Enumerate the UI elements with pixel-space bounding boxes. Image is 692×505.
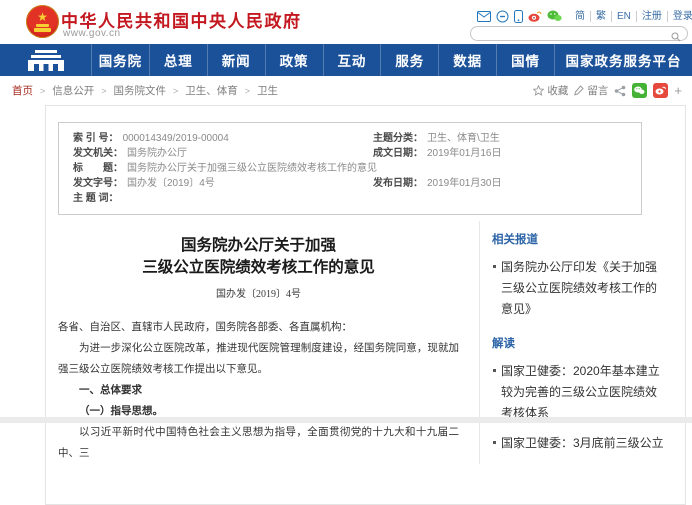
breadcrumb-row: 首页 > 信息公开 > 国务院文件 > 卫生、体育 > 卫生 收藏 留言 +	[0, 76, 692, 105]
page-tools: 收藏 留言 +	[533, 83, 682, 98]
nav-item-interaction[interactable]: 互动	[324, 44, 382, 76]
weibo-share-button[interactable]	[653, 83, 668, 98]
message-button[interactable]: 留言	[574, 83, 608, 98]
message-label: 留言	[587, 83, 608, 98]
search-box	[470, 26, 688, 41]
meta-written-date: 成文日期： 2019年01月16日	[373, 146, 635, 161]
register-link[interactable]: 注册	[637, 11, 668, 22]
meta-issuing-agency: 发文机关： 国务院办公厅	[73, 146, 373, 161]
national-emblem-icon: ★	[26, 5, 59, 38]
share-icon	[614, 85, 626, 97]
lang-english[interactable]: EN	[612, 11, 637, 22]
search-input[interactable]	[480, 28, 665, 39]
paragraph-salutation: 各省、自治区、直辖市人民政府，国务院各部委、各直属机构：	[58, 317, 459, 338]
weibo-badge-icon	[655, 86, 666, 95]
nav-item-state-council[interactable]: 国务院	[92, 44, 150, 76]
breadcrumb-home[interactable]: 首页	[12, 83, 33, 98]
main-nav: 国务院 总理 新闻 政策 互动 服务 数据 国情 国家政务服务平台	[0, 44, 692, 76]
nav-item-national-conditions[interactable]: 国情	[497, 44, 555, 76]
interpretation-link[interactable]: 国家卫健委：3月底前三级公立	[492, 433, 667, 454]
nav-item-policy[interactable]: 政策	[266, 44, 324, 76]
related-reports-heading: 相关报道	[492, 231, 667, 247]
document-title: 国务院办公厅关于加强 三级公立医院绩效考核工作的意见	[58, 235, 459, 279]
breadcrumb-separator: >	[40, 86, 45, 96]
lang-traditional[interactable]: 繁	[591, 11, 612, 22]
breadcrumb-info-disclosure[interactable]: 信息公开	[52, 83, 94, 98]
nav-home-gate-icon[interactable]	[0, 44, 92, 76]
weibo-icon[interactable]	[528, 10, 542, 22]
emblem-base-icon	[34, 28, 51, 32]
meta-category: 主题分类： 卫生、体育\卫生	[373, 131, 635, 146]
star-icon	[533, 85, 544, 96]
document-body: 国务院办公厅关于加强 三级公立医院绩效考核工作的意见 国办发〔2019〕4号 各…	[46, 221, 479, 464]
wechat-badge-icon	[634, 86, 645, 95]
document-title-line1: 国务院办公厅关于加强	[58, 235, 459, 257]
interpretation-heading: 解读	[492, 335, 667, 351]
collect-button[interactable]: 收藏	[533, 83, 568, 98]
nav-item-premier[interactable]: 总理	[150, 44, 208, 76]
emblem-star-icon: ★	[37, 11, 48, 23]
meta-index-no: 索 引 号： 000014349/2019-00004	[73, 131, 373, 146]
meta-keywords: 主 题 词：	[73, 191, 635, 206]
meta-title: 标 题： 国务院办公厅关于加强三级公立医院绩效考核工作的意见	[73, 161, 635, 176]
wechat-share-button[interactable]	[632, 83, 647, 98]
breadcrumb-separator: >	[101, 86, 106, 96]
paragraph-intro: 为进一步深化公立医院改革，推进现代医院管理制度建设，经国务院同意，现就加强三级公…	[58, 338, 459, 380]
pencil-icon	[574, 85, 584, 96]
mobile-icon[interactable]	[514, 10, 523, 23]
header-icon-row: 简 繁 EN 注册 登录	[477, 9, 692, 23]
paragraph-section-1: 一、总体要求	[58, 380, 459, 401]
emblem-gate-icon	[36, 24, 49, 27]
share-button[interactable]	[614, 85, 626, 97]
document-paragraphs: 各省、自治区、直辖市人民政府，国务院各部委、各直属机构： 为进一步深化公立医院改…	[58, 317, 459, 464]
bullet-icon	[493, 369, 496, 372]
paragraph-guiding-thought: 以习近平新时代中国特色社会主义思想为指导，全面贯彻党的十九大和十九届二中、三	[58, 422, 459, 464]
breadcrumb-separator: >	[245, 86, 250, 96]
meta-doc-number: 发文字号： 国办发〔2019〕4号	[73, 176, 373, 191]
document-title-line2: 三级公立医院绩效考核工作的意见	[58, 257, 459, 279]
document-card: 索 引 号： 000014349/2019-00004 主题分类： 卫生、体育\…	[45, 105, 686, 505]
bullet-icon	[493, 265, 496, 268]
document-number: 国办发〔2019〕4号	[58, 285, 459, 300]
collect-label: 收藏	[547, 83, 568, 98]
breadcrumb-health[interactable]: 卫生	[257, 83, 278, 98]
breadcrumb-health-sports[interactable]: 卫生、体育	[185, 83, 238, 98]
card-content: 国务院办公厅关于加强 三级公立医院绩效考核工作的意见 国办发〔2019〕4号 各…	[46, 221, 685, 464]
interpretation-link[interactable]: 国家卫健委：2020年基本建立较为完善的三级公立医院绩效考核体系	[492, 361, 667, 424]
client-icon[interactable]	[496, 10, 509, 23]
breadcrumb-state-council-docs[interactable]: 国务院文件	[114, 83, 167, 98]
meta-publish-date: 发布日期： 2019年01月30日	[373, 176, 635, 191]
document-meta-table: 索 引 号： 000014349/2019-00004 主题分类： 卫生、体育\…	[58, 122, 642, 215]
more-share-button[interactable]: +	[674, 84, 682, 97]
site-header: ★ 中华人民共和国中央人民政府 www.gov.cn 简 繁 EN 注册 登录	[0, 0, 692, 44]
nav-item-gov-service-platform[interactable]: 国家政务服务平台	[555, 44, 692, 76]
site-url: www.gov.cn	[63, 28, 121, 39]
breadcrumb-separator: >	[173, 86, 178, 96]
nav-item-services[interactable]: 服务	[381, 44, 439, 76]
mail-icon[interactable]	[477, 11, 491, 22]
viewport-bottom-strip	[0, 417, 692, 423]
wechat-icon[interactable]	[547, 10, 562, 22]
login-link[interactable]: 登录	[668, 11, 692, 22]
related-sidebar: 相关报道 国务院办公厅印发《关于加强三级公立医院绩效考核工作的意见》 解读 国家…	[479, 221, 685, 464]
related-report-link[interactable]: 国务院办公厅印发《关于加强三级公立医院绩效考核工作的意见》	[492, 257, 667, 320]
nav-item-news[interactable]: 新闻	[208, 44, 266, 76]
bullet-icon	[493, 441, 496, 444]
nav-item-data[interactable]: 数据	[439, 44, 497, 76]
language-links: 简 繁 EN 注册 登录	[570, 11, 692, 22]
lang-simplified[interactable]: 简	[570, 11, 591, 22]
